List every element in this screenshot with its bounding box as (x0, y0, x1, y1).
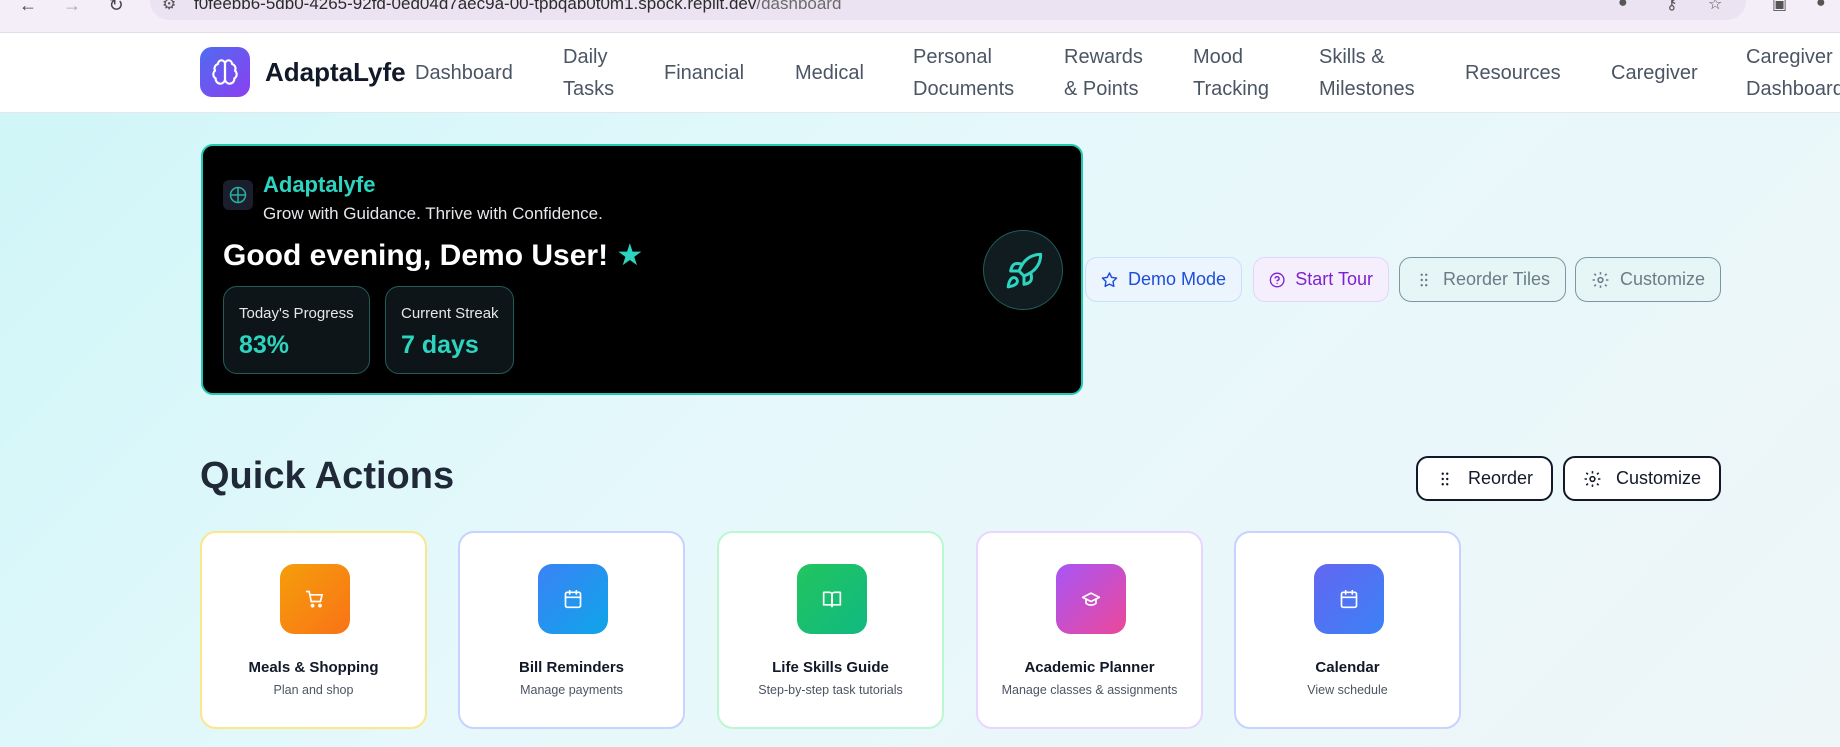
hero-tagline: Grow with Guidance. Thrive with Confiden… (263, 204, 603, 223)
back-icon[interactable]: ← (16, 0, 40, 14)
start-tour-label: Start Tour (1295, 269, 1373, 289)
reload-icon[interactable]: ↻ (104, 0, 128, 14)
nav-financial[interactable]: Financial (664, 57, 744, 89)
demo-mode-button[interactable]: Demo Mode (1085, 257, 1242, 302)
calendar-icon (1314, 564, 1384, 634)
url-path: /dashboard (756, 0, 842, 13)
nav-resources[interactable]: Resources (1465, 57, 1561, 89)
tile-title: Academic Planner (1024, 659, 1155, 676)
screenshot-icon[interactable]: ▣ (1772, 0, 1787, 14)
reorder-tiles-button[interactable]: Reorder Tiles (1399, 257, 1566, 302)
tile-title: Meals & Shopping (248, 659, 379, 676)
customize-label: Customize (1615, 468, 1701, 488)
account-icon[interactable]: ● (1816, 0, 1826, 12)
customize-tiles-button[interactable]: Customize (1575, 257, 1721, 302)
browser-toolbar: ← → ↻ ⚙ f0feebb6-5db0-4265-92fd-0ed04d7a… (0, 0, 1840, 33)
nav-personal-documents[interactable]: Personal Documents (913, 41, 1023, 105)
profile-icon[interactable]: ● (1618, 0, 1628, 12)
password-key-icon[interactable]: ⚷ (1666, 0, 1678, 14)
calendar-icon (538, 564, 608, 634)
stat-value: 7 days (401, 331, 479, 359)
reorder-tiles-label: Reorder Tiles (1442, 269, 1550, 289)
nav-medical[interactable]: Medical (795, 57, 864, 89)
quick-actions-heading: Quick Actions (200, 455, 455, 497)
help-circle-icon (1269, 272, 1285, 287)
app-navbar: AdaptaLyfe Dashboard Daily Tasks Financi… (0, 33, 1840, 113)
forward-icon[interactable]: → (60, 0, 84, 14)
stat-card-progress: Today's Progress 83% (223, 286, 370, 374)
tile-academic-planner[interactable]: Academic Planner Manage classes & assign… (976, 531, 1203, 729)
tile-subtitle: View schedule (1307, 683, 1388, 697)
tile-subtitle: Step-by-step task tutorials (758, 683, 903, 697)
stat-value: 83% (239, 331, 290, 359)
brain-logo-icon[interactable] (200, 47, 250, 97)
tile-title: Bill Reminders (518, 659, 625, 676)
greeting-text: Good evening, Demo User! (223, 239, 609, 272)
hero-brand: Adaptalyfe (263, 172, 376, 197)
stat-label: Today's Progress (239, 305, 354, 322)
graduation-cap-icon (1056, 564, 1126, 634)
tile-calendar[interactable]: Calendar View schedule (1234, 531, 1461, 729)
tile-title: Calendar (1315, 659, 1380, 676)
stat-label: Current Streak (401, 305, 499, 322)
welcome-hero-card: Adaptalyfe Grow with Guidance. Thrive wi… (201, 144, 1083, 395)
nav-mood-tracking[interactable]: Mood Tracking (1193, 41, 1283, 105)
tile-subtitle: Manage payments (520, 683, 623, 697)
nav-caregiver-dashboard[interactable]: Caregiver Dashboard (1746, 41, 1840, 105)
greeting-heading: Good evening, Demo User! ★ (223, 238, 643, 273)
tile-meals-shopping[interactable]: Meals & Shopping Plan and shop (200, 531, 427, 729)
gear-icon (1584, 470, 1601, 487)
gear-icon (1592, 271, 1609, 288)
tile-bill-reminders[interactable]: Bill Reminders Manage payments (458, 531, 685, 729)
start-tour-button[interactable]: Start Tour (1253, 257, 1389, 302)
star-outline-icon (1101, 271, 1118, 287)
url-text[interactable]: f0feebb6-5db0-4265-92fd-0ed04d7aec9a-00-… (194, 0, 841, 14)
stat-card-streak: Current Streak 7 days (385, 286, 514, 374)
tile-title: Life Skills Guide (772, 659, 889, 676)
url-host: f0feebb6-5db0-4265-92fd-0ed04d7aec9a-00-… (194, 0, 757, 13)
customize-label: Customize (1619, 269, 1705, 289)
cart-icon (280, 564, 350, 634)
grip-icon (1441, 472, 1449, 485)
nav-caregiver[interactable]: Caregiver (1611, 57, 1698, 89)
nav-daily-tasks[interactable]: Daily Tasks (563, 41, 643, 105)
tile-subtitle: Plan and shop (273, 683, 354, 697)
tile-life-skills-guide[interactable]: Life Skills Guide Step-by-step task tuto… (717, 531, 944, 729)
nav-rewards-points[interactable]: Rewards & Points (1064, 41, 1154, 105)
quick-actions-reorder-button[interactable]: Reorder (1416, 456, 1553, 501)
reorder-label: Reorder (1467, 468, 1533, 488)
star-icon: ★ (616, 239, 644, 272)
bookmark-star-icon[interactable]: ☆ (1708, 0, 1722, 14)
quick-actions-customize-button[interactable]: Customize (1563, 456, 1721, 501)
site-info-icon[interactable]: ⚙ (162, 0, 176, 14)
rocket-icon (983, 230, 1063, 310)
demo-mode-label: Demo Mode (1127, 269, 1226, 289)
grip-icon (1420, 273, 1428, 286)
nav-skills-milestones[interactable]: Skills & Milestones (1319, 41, 1424, 105)
book-icon (797, 564, 867, 634)
brand-name[interactable]: AdaptaLyfe (265, 57, 406, 88)
brain-logo-icon (223, 180, 253, 210)
nav-dashboard[interactable]: Dashboard (415, 57, 513, 89)
tile-subtitle: Manage classes & assignments (1001, 683, 1178, 697)
